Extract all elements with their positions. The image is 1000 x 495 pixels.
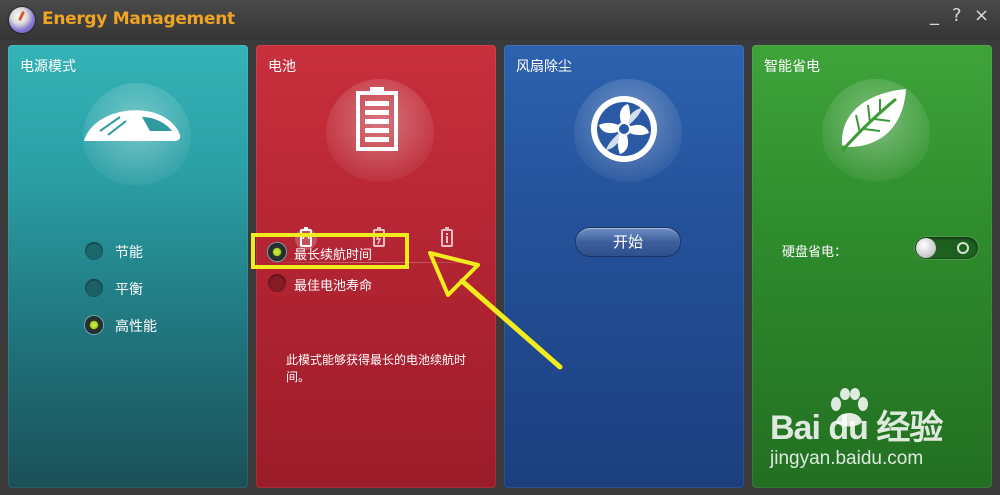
close-button[interactable]: × — [974, 6, 989, 26]
power-option-balanced-label: 平衡 — [115, 282, 143, 298]
power-mode-panel: 电源模式 节能 平衡 高性能 — [8, 45, 248, 488]
fan-start-button[interactable]: 开始 — [576, 228, 680, 256]
fan-icon — [591, 96, 657, 162]
leaf-icon — [840, 89, 906, 152]
fan-dust-title: 风扇除尘 — [516, 59, 572, 75]
battery-icon — [356, 87, 398, 151]
power-option-energy-saving-radio[interactable] — [85, 242, 103, 260]
annotation-arrow-icon — [428, 251, 563, 370]
help-button[interactable]: ? — [952, 6, 962, 26]
hdd-power-save-label: 硬盘省电： — [782, 245, 848, 260]
power-option-energy-saving-label: 节能 — [115, 245, 143, 261]
hdd-power-save-toggle[interactable] — [915, 237, 978, 259]
app-title: Energy Management — [42, 9, 235, 29]
toggle-off-indicator — [957, 242, 969, 254]
power-option-high-performance-label: 高性能 — [115, 319, 157, 335]
highlight-box — [251, 233, 409, 269]
battery-title: 电池 — [268, 59, 296, 75]
train-icon — [84, 110, 181, 141]
battery-option-best-life-radio[interactable] — [268, 274, 286, 292]
title-bar: Energy Management _ ? × — [0, 0, 1000, 40]
power-option-high-performance-radio[interactable] — [85, 316, 103, 334]
battery-option-best-life-label: 最佳电池寿命 — [294, 279, 373, 294]
power-option-balanced-radio[interactable] — [85, 279, 103, 297]
smart-power-save-title: 智能省电 — [764, 59, 820, 75]
smart-power-save-panel: 智能省电 硬盘省电： — [752, 45, 992, 488]
power-mode-title: 电源模式 — [20, 59, 76, 75]
minimize-button[interactable]: _ — [930, 6, 939, 26]
app-logo-icon — [9, 7, 35, 33]
toggle-knob — [916, 238, 936, 258]
